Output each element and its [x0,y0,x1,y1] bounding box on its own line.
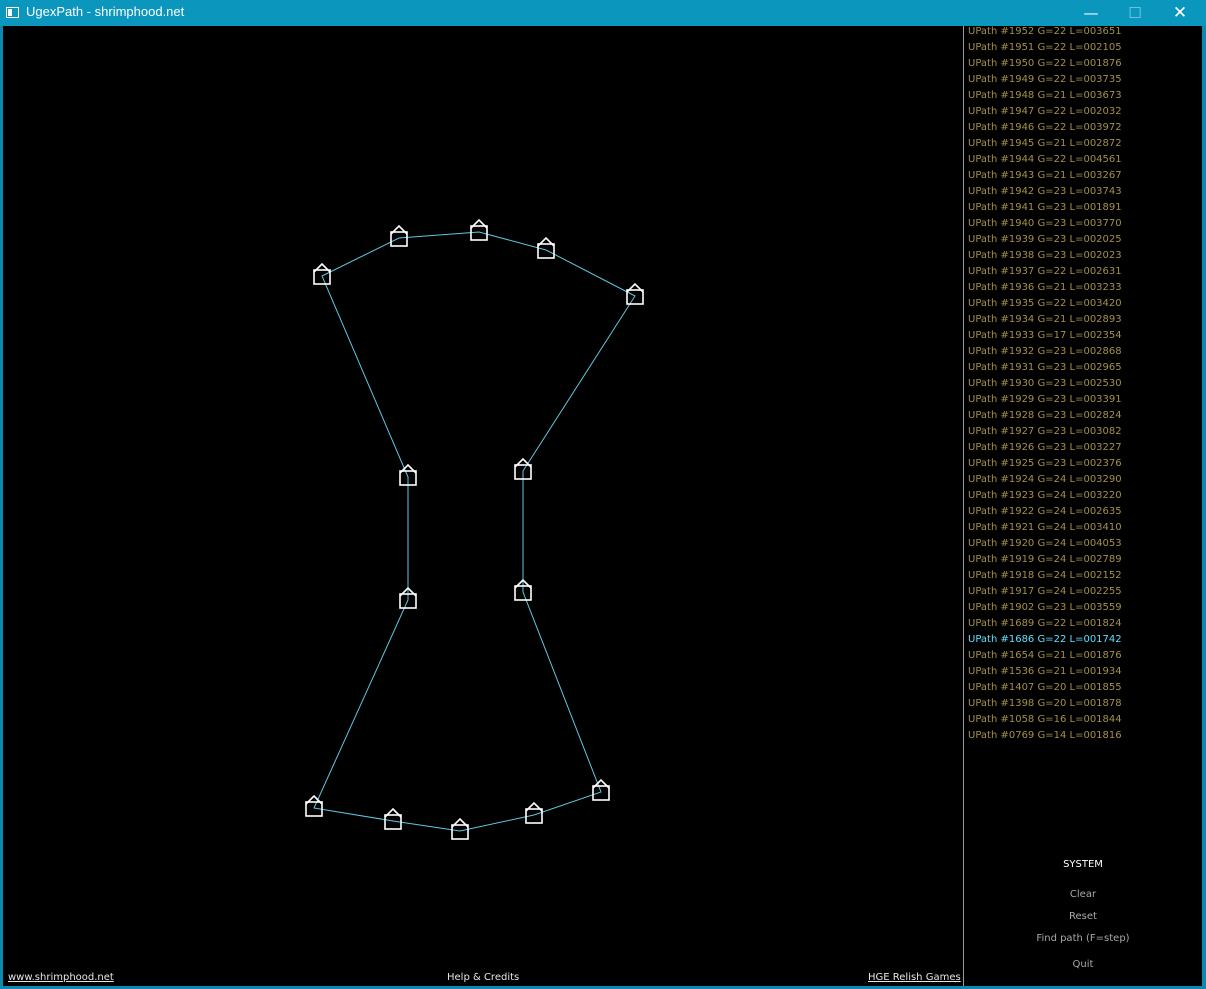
menu-title: SYSTEM [1063,859,1103,870]
waypoint-node[interactable] [384,807,402,830]
close-button[interactable]: ✕ [1157,0,1203,26]
path-list-item[interactable]: UPath #1948 G=21 L=003673 [968,90,1122,106]
path-list-item[interactable]: UPath #1925 G=23 L=002376 [968,458,1122,474]
path-list-item[interactable]: UPath #1058 G=16 L=001844 [968,714,1122,730]
path-list-item[interactable]: UPath #1398 G=20 L=001878 [968,698,1122,714]
app-icon [6,7,19,18]
path-list-item[interactable]: UPath #1928 G=23 L=002824 [968,410,1122,426]
path-list-item[interactable]: UPath #1921 G=24 L=003410 [968,522,1122,538]
path-list-item[interactable]: UPath #1927 G=23 L=003082 [968,426,1122,442]
path-list-item[interactable]: UPath #1935 G=22 L=003420 [968,298,1122,314]
waypoint-node[interactable] [305,794,323,817]
waypoint-node[interactable] [592,778,610,801]
path-list-item[interactable]: UPath #1902 G=23 L=003559 [968,602,1122,618]
path-list-item[interactable]: UPath #1924 G=24 L=003290 [968,474,1122,490]
waypoint-node[interactable] [390,224,408,247]
path-list-item[interactable]: UPath #1918 G=24 L=002152 [968,570,1122,586]
window-title: UgexPath - shrimphood.net [26,4,185,19]
path-list-item[interactable]: UPath #1917 G=24 L=002255 [968,586,1122,602]
path-list-item[interactable]: UPath #0769 G=14 L=001816 [968,730,1122,746]
path-list-item[interactable]: UPath #1926 G=23 L=003227 [968,442,1122,458]
waypoint-node[interactable] [451,817,469,840]
path-line [313,231,636,832]
path-list-item[interactable]: UPath #1936 G=21 L=003233 [968,282,1122,298]
clear-button[interactable]: Clear [964,889,1202,900]
side-panel: UPath #1952 G=22 L=003651 UPath #1951 G=2… [964,26,1202,986]
path-list-item[interactable]: UPath #1952 G=22 L=003651 [968,26,1122,42]
path-list-item[interactable]: UPath #1929 G=23 L=003391 [968,394,1122,410]
path-list-item[interactable]: UPath #1920 G=24 L=004053 [968,538,1122,554]
path-list-item[interactable]: UPath #1407 G=20 L=001855 [968,682,1122,698]
path-list-item[interactable]: UPath #1950 G=22 L=001876 [968,58,1122,74]
path-list-item[interactable]: UPath #1940 G=23 L=003770 [968,218,1122,234]
help-credits-link[interactable]: Help & Credits [447,972,519,983]
waypoint-node[interactable] [470,218,488,241]
path-list-item[interactable]: UPath #1686 G=22 L=001742 [968,634,1122,650]
path-list-item[interactable]: UPath #1934 G=21 L=002893 [968,314,1122,330]
path-list-item[interactable]: UPath #1932 G=23 L=002868 [968,346,1122,362]
path-list-item[interactable]: UPath #1536 G=21 L=001934 [968,666,1122,682]
hge-link[interactable]: HGE Relish Games [868,972,961,983]
find-path-button[interactable]: Find path (F=step) [964,933,1202,944]
path-list-item[interactable]: UPath #1951 G=22 L=002105 [968,42,1122,58]
waypoint-node[interactable] [313,262,331,285]
path-list-item[interactable]: UPath #1933 G=17 L=002354 [968,330,1122,346]
quit-button[interactable]: Quit [964,959,1202,970]
path-list-item[interactable]: UPath #1930 G=23 L=002530 [968,378,1122,394]
client-area: UPath #1952 G=22 L=003651 UPath #1951 G=2… [3,26,1202,986]
path-list-item[interactable]: UPath #1945 G=21 L=002872 [968,138,1122,154]
path-list-item[interactable]: UPath #1689 G=22 L=001824 [968,618,1122,634]
minimize-button[interactable]: — [1068,0,1114,26]
path-list-item[interactable]: UPath #1937 G=22 L=002631 [968,266,1122,282]
path-canvas[interactable] [3,26,963,986]
app-window: UgexPath - shrimphood.net — ☐ ✕ UPath #1… [0,0,1206,989]
path-list-item[interactable]: UPath #1944 G=22 L=004561 [968,154,1122,170]
path-list-item[interactable]: UPath #1947 G=22 L=002032 [968,106,1122,122]
website-link[interactable]: www.shrimphood.net [8,972,114,983]
waypoint-node[interactable] [626,282,644,305]
path-list-item[interactable]: UPath #1939 G=23 L=002025 [968,234,1122,250]
path-list: UPath #1952 G=22 L=003651 UPath #1951 G=2… [968,26,1122,746]
path-list-item[interactable]: UPath #1919 G=24 L=002789 [968,554,1122,570]
path-list-item[interactable]: UPath #1949 G=22 L=003735 [968,74,1122,90]
path-list-item[interactable]: UPath #1946 G=22 L=003972 [968,122,1122,138]
path-list-item[interactable]: UPath #1922 G=24 L=002635 [968,506,1122,522]
path-list-item[interactable]: UPath #1942 G=23 L=003743 [968,186,1122,202]
path-list-item[interactable]: UPath #1943 G=21 L=003267 [968,170,1122,186]
path-list-item[interactable]: UPath #1654 G=21 L=001876 [968,650,1122,666]
path-list-item[interactable]: UPath #1941 G=23 L=001891 [968,202,1122,218]
path-list-item[interactable]: UPath #1931 G=23 L=002965 [968,362,1122,378]
path-list-item[interactable]: UPath #1938 G=23 L=002023 [968,250,1122,266]
reset-button[interactable]: Reset [964,911,1202,922]
maximize-button[interactable]: ☐ [1112,0,1158,26]
path-list-item[interactable]: UPath #1923 G=24 L=003220 [968,490,1122,506]
title-bar[interactable]: UgexPath - shrimphood.net — ☐ ✕ [0,0,1206,26]
